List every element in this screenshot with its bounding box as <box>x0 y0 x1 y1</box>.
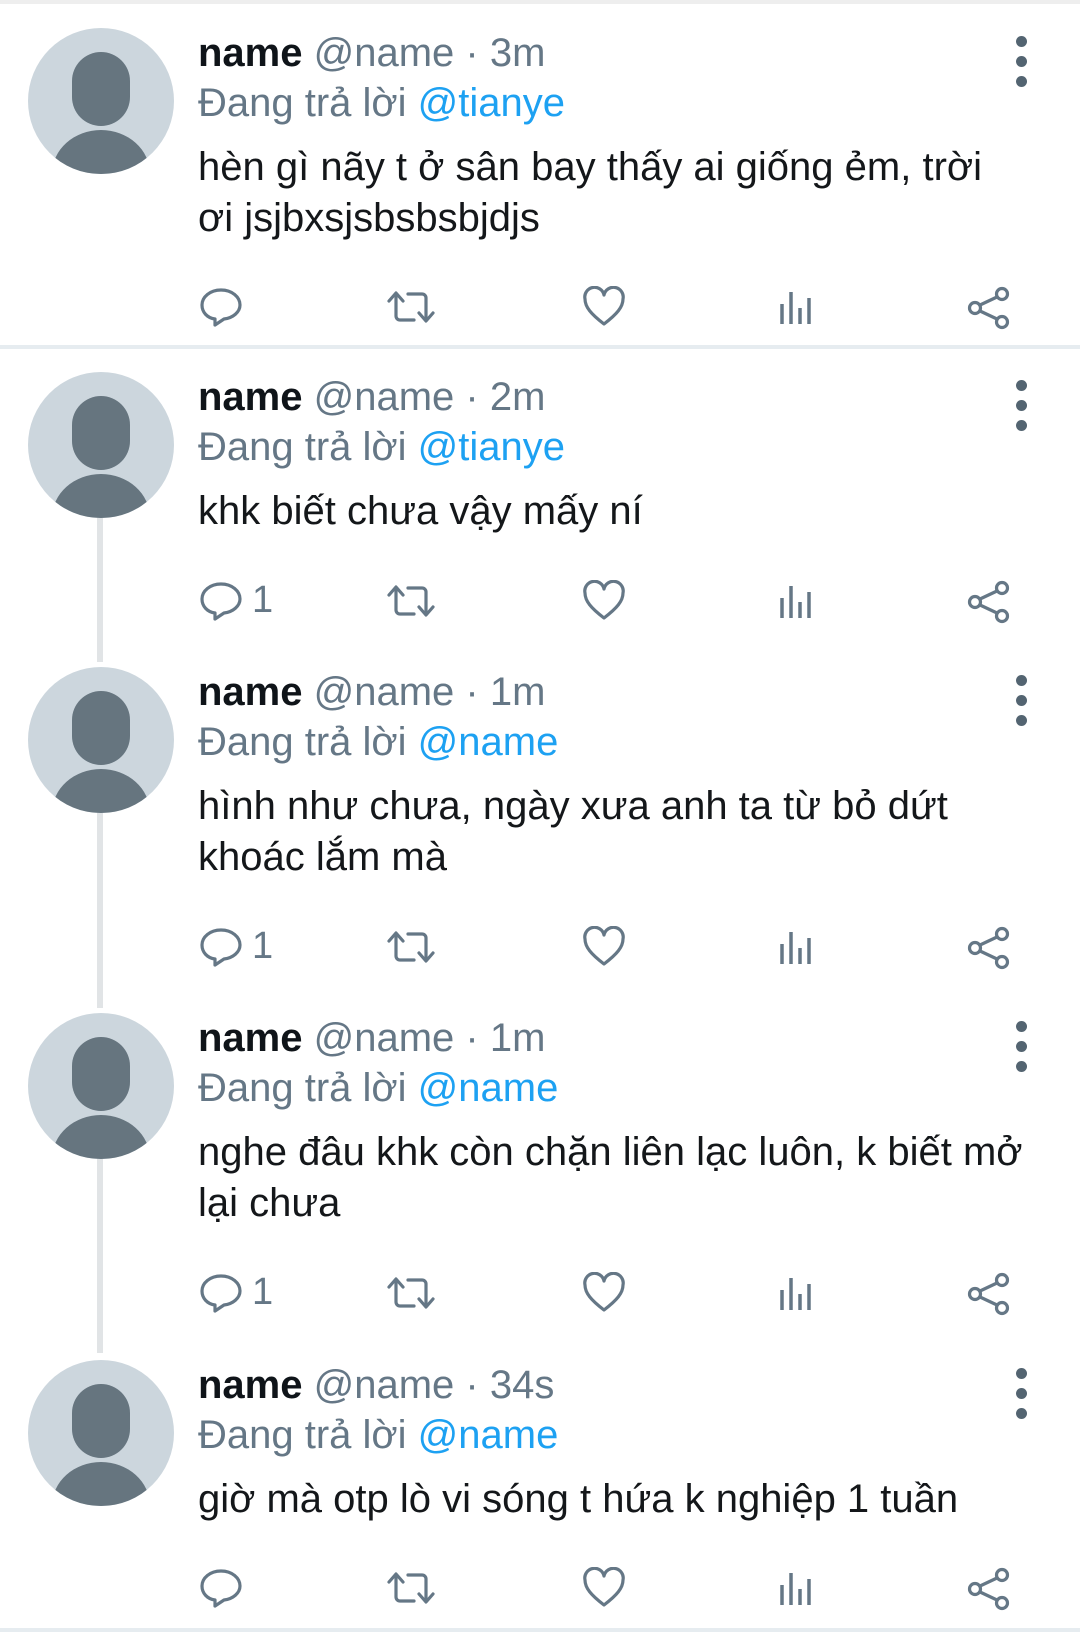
reply-mention-link[interactable]: @name <box>418 720 559 764</box>
reply-mention-link[interactable]: @name <box>418 1066 559 1110</box>
user-handle[interactable]: @name <box>314 375 455 419</box>
tweet-meta: name @name · 3m <box>198 28 1028 78</box>
replying-to: Đang trả lời @tianye <box>198 78 1028 128</box>
reply-mention-link[interactable]: @tianye <box>418 81 565 125</box>
display-name[interactable]: name <box>198 1016 303 1060</box>
reply-count: 1 <box>252 579 274 621</box>
tweet-meta: name @name · 34s <box>198 1360 1028 1410</box>
tweet-actions <box>0 276 1080 336</box>
replying-to-label: Đang trả lời <box>198 81 407 125</box>
tweet-actions: 1 <box>0 1262 1080 1322</box>
user-handle[interactable]: @name <box>314 670 455 714</box>
reply-mention-link[interactable]: @tianye <box>418 425 565 469</box>
tweet-actions: 1 <box>0 916 1080 976</box>
tweet-divider <box>0 1628 1080 1632</box>
avatar[interactable] <box>28 1360 174 1506</box>
replying-to-label: Đang trả lời <box>198 425 407 469</box>
display-name[interactable]: name <box>198 375 303 419</box>
avatar[interactable] <box>28 372 174 518</box>
tweet-text: giờ mà otp lò vi sóng t hứa k nghiệp 1 t… <box>198 1477 959 1521</box>
reply-count: 1 <box>252 925 274 967</box>
tweet-actions: 1 <box>0 570 1080 630</box>
thread-line <box>97 808 103 1008</box>
user-handle[interactable]: @name <box>314 31 455 75</box>
tweet-meta: name @name · 2m <box>198 372 1028 422</box>
tweet-text: khk biết chưa vậy mấy ní <box>198 489 643 533</box>
replying-to-label: Đang trả lời <box>198 1413 407 1457</box>
replying-to: Đang trả lời @name <box>198 1063 1028 1113</box>
timestamp[interactable]: 1m <box>490 670 546 714</box>
avatar[interactable] <box>28 667 174 813</box>
replying-to-label: Đang trả lời <box>198 1066 407 1110</box>
display-name[interactable]: name <box>198 670 303 714</box>
reply-count: 1 <box>252 1271 274 1313</box>
more-vertical-icon[interactable] <box>1012 1021 1032 1073</box>
replying-to-label: Đang trả lời <box>198 720 407 764</box>
top-divider <box>0 0 1080 4</box>
tweet-meta: name @name · 1m <box>198 1013 1028 1063</box>
tweet-meta: name @name · 1m <box>198 667 1028 717</box>
separator-dot: · <box>465 375 479 419</box>
tweet-divider <box>0 345 1080 349</box>
more-vertical-icon[interactable] <box>1012 1368 1032 1420</box>
timestamp[interactable]: 34s <box>490 1363 555 1407</box>
more-vertical-icon[interactable] <box>1012 380 1032 432</box>
thread-line <box>97 1153 103 1353</box>
reply-mention-link[interactable]: @name <box>418 1413 559 1457</box>
avatar[interactable] <box>28 1013 174 1159</box>
display-name[interactable]: name <box>198 31 303 75</box>
replying-to: Đang trả lời @tianye <box>198 422 1028 472</box>
tweet-actions <box>0 1557 1080 1617</box>
timestamp[interactable]: 3m <box>490 31 546 75</box>
more-vertical-icon[interactable] <box>1012 36 1032 88</box>
more-vertical-icon[interactable] <box>1012 675 1032 727</box>
user-handle[interactable]: @name <box>314 1363 455 1407</box>
tweet-text: nghe đâu khk còn chặn liên lạc luôn, k b… <box>198 1130 1023 1225</box>
timestamp[interactable]: 1m <box>490 1016 546 1060</box>
timestamp[interactable]: 2m <box>490 375 546 419</box>
replying-to: Đang trả lời @name <box>198 1410 1028 1460</box>
tweet-text: hèn gì nãy t ở sân bay thấy ai giống ẻm,… <box>198 145 983 240</box>
tweet-text: hình như chưa, ngày xưa anh ta từ bỏ dứt… <box>198 784 948 879</box>
separator-dot: · <box>465 670 479 714</box>
user-handle[interactable]: @name <box>314 1016 455 1060</box>
avatar[interactable] <box>28 28 174 174</box>
separator-dot: · <box>465 1363 479 1407</box>
display-name[interactable]: name <box>198 1363 303 1407</box>
separator-dot: · <box>465 31 479 75</box>
separator-dot: · <box>465 1016 479 1060</box>
replying-to: Đang trả lời @name <box>198 717 1028 767</box>
